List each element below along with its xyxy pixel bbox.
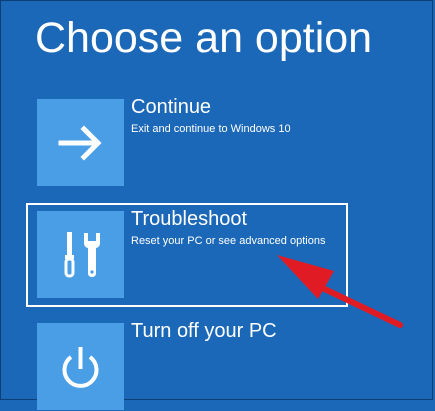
- annotation-arrow-icon: [277, 255, 403, 328]
